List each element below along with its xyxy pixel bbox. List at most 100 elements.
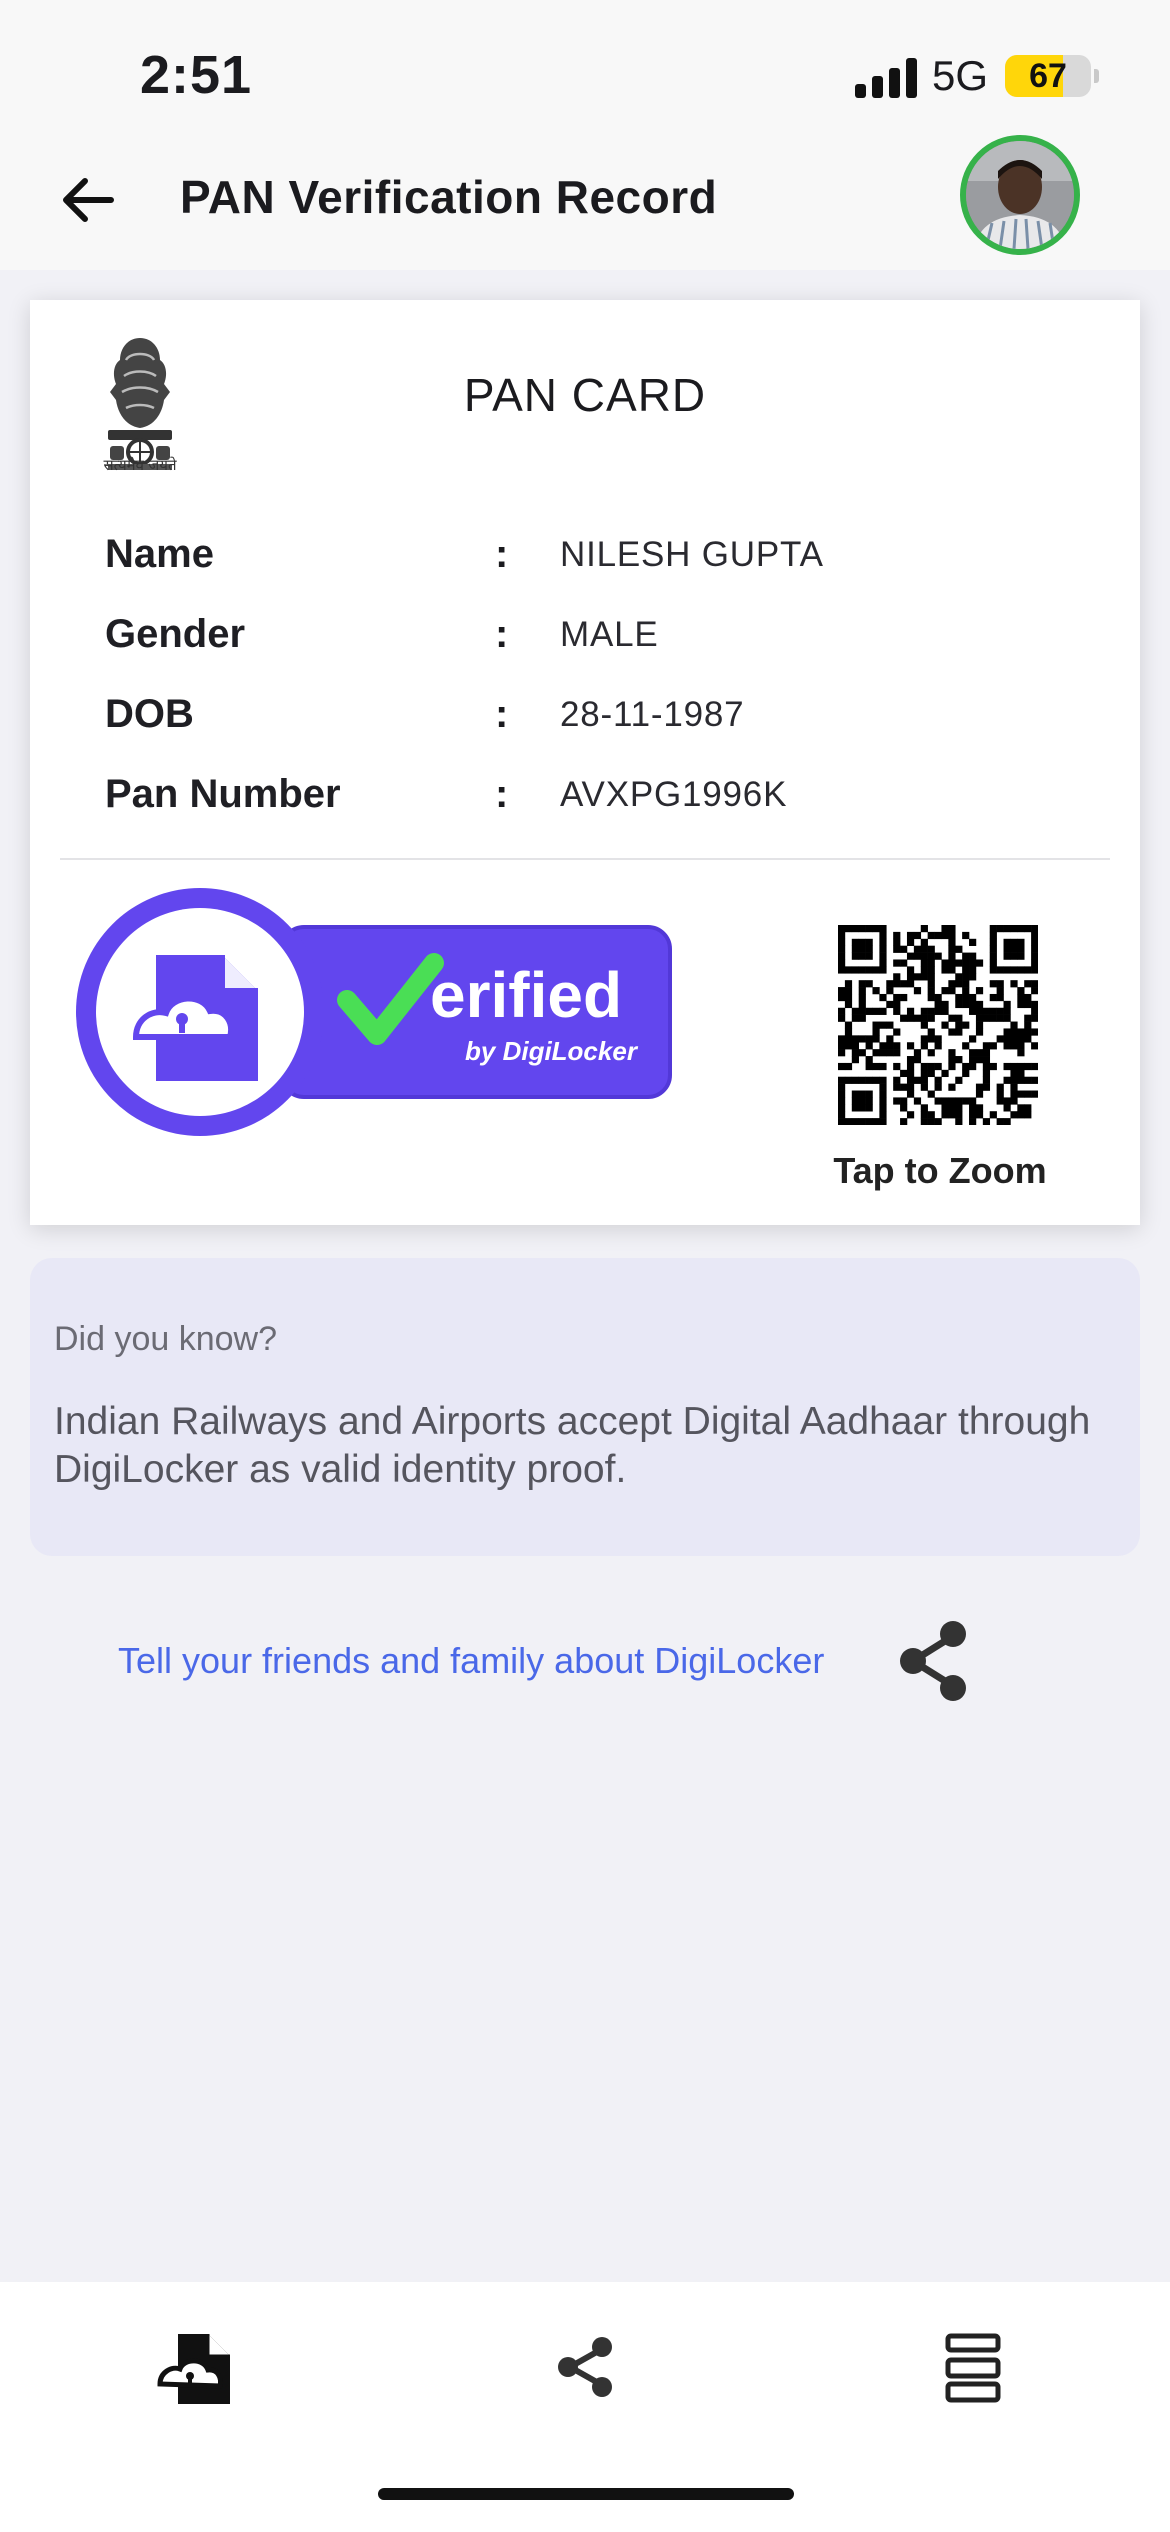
- qr-module: [879, 1021, 887, 1029]
- qr-module: [900, 1097, 908, 1105]
- pan-verification-screen: 2:51 5G 67 PAN Verification Record सत्यम…: [0, 0, 1170, 2532]
- qr-module: [893, 959, 901, 967]
- qr-module: [879, 1042, 887, 1050]
- qr-module: [838, 1049, 846, 1057]
- qr-module: [927, 945, 935, 953]
- qr-module: [1017, 1111, 1025, 1119]
- qr-module: [844, 1021, 853, 1029]
- qr-module: [934, 1118, 942, 1125]
- qr-module: [858, 1104, 866, 1112]
- qr-module: [934, 1076, 942, 1084]
- qr-module: [969, 973, 977, 981]
- qr-module: [851, 945, 859, 953]
- qr-module: [879, 945, 887, 953]
- qr-module: [962, 1062, 970, 1071]
- qr-module: [879, 1104, 887, 1112]
- qr-module: [941, 1021, 949, 1029]
- qr-module: [996, 1118, 1004, 1125]
- qr-module: [1010, 952, 1018, 960]
- qr-module: [969, 1007, 977, 1015]
- qr-module: [920, 1069, 928, 1078]
- qr-module: [927, 1111, 935, 1119]
- avatar[interactable]: [960, 135, 1080, 255]
- qr-module: [1010, 1090, 1018, 1098]
- field-separator: :: [495, 612, 509, 656]
- qr-module: [1017, 1042, 1025, 1050]
- qr-module: [1003, 952, 1011, 960]
- tab-list[interactable]: [930, 2322, 1020, 2412]
- qr-module: [858, 987, 866, 995]
- qr-module: [1003, 938, 1011, 946]
- qr-module: [893, 1007, 901, 1015]
- qr-module: [838, 1083, 846, 1091]
- qr-module: [1017, 1069, 1025, 1078]
- qr-module: [858, 1097, 866, 1105]
- qr-module: [962, 952, 970, 960]
- field-value: AVXPG1996K: [560, 775, 788, 814]
- qr-module: [989, 993, 997, 1002]
- network-label: 5G: [932, 52, 989, 99]
- field-label: Gender: [105, 612, 246, 656]
- qr-module: [879, 938, 887, 946]
- qr-module: [962, 987, 970, 995]
- tap-to-zoom-label[interactable]: Tap to Zoom: [810, 1150, 1070, 1192]
- tab-document[interactable]: [150, 2322, 240, 2412]
- qr-module: [969, 1097, 977, 1105]
- qr-module: [975, 1056, 984, 1064]
- qr-module: [975, 1111, 984, 1119]
- qr-module: [858, 1118, 866, 1125]
- qr-module: [879, 931, 887, 940]
- qr-module: [838, 1118, 846, 1125]
- qr-module: [1010, 1069, 1018, 1078]
- qr-module: [955, 993, 963, 1002]
- qr-module: [1003, 1062, 1011, 1071]
- back-button[interactable]: [55, 165, 125, 235]
- qr-module: [920, 1118, 928, 1125]
- qr-module: [969, 938, 977, 946]
- qr-module: [893, 1076, 901, 1084]
- qr-module: [851, 952, 859, 960]
- qr-module: [920, 925, 928, 933]
- qr-module: [1031, 1076, 1038, 1084]
- qr-module: [1010, 1097, 1018, 1105]
- qr-module: [996, 1007, 1004, 1015]
- qr-module: [879, 1118, 887, 1125]
- qr-module: [851, 1035, 859, 1043]
- qr-module: [838, 993, 846, 1002]
- qr-module: [851, 938, 859, 946]
- qr-module: [851, 1076, 859, 1084]
- qr-module: [844, 925, 853, 933]
- qr-module: [982, 1083, 991, 1091]
- tab-share[interactable]: [540, 2322, 630, 2412]
- qr-module: [893, 1000, 901, 1009]
- field-row-name: Name : NILESH GUPTA: [105, 532, 1065, 592]
- qr-module: [838, 1090, 846, 1098]
- qr-module: [969, 1000, 977, 1009]
- qr-module: [948, 925, 956, 933]
- page-title: PAN Verification Record: [180, 171, 718, 223]
- qr-module: [989, 1111, 997, 1119]
- qr-module: [934, 1000, 942, 1009]
- qr-module: [838, 952, 846, 960]
- qr-module: [1031, 931, 1038, 940]
- qr-module: [920, 1042, 928, 1050]
- share-digilocker-link[interactable]: Tell your friends and family about DigiL…: [118, 1640, 824, 1682]
- qr-module: [1024, 1076, 1032, 1084]
- qr-module: [982, 1042, 991, 1050]
- qr-module: [906, 980, 915, 988]
- qr-module: [969, 1062, 977, 1071]
- qr-module: [1024, 1000, 1032, 1009]
- qr-module: [975, 1083, 984, 1091]
- qr-module: [844, 966, 853, 974]
- qr-module: [934, 952, 942, 960]
- share-button[interactable]: [895, 1620, 971, 1702]
- qr-module: [1017, 1028, 1025, 1036]
- qr-module: [948, 1097, 956, 1105]
- qr-module: [893, 993, 901, 1002]
- card-title: PAN CARD: [463, 369, 707, 421]
- qr-module: [879, 925, 887, 933]
- qr-module: [872, 1021, 880, 1029]
- qr-module: [1024, 1028, 1032, 1036]
- qr-code[interactable]: [838, 925, 1038, 1125]
- share-icon: [558, 2337, 612, 2397]
